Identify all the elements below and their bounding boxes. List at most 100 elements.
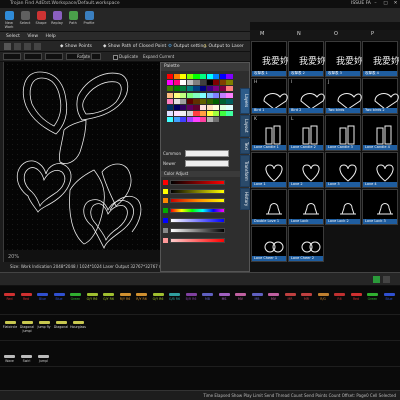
color-swatch[interactable]	[167, 86, 174, 92]
bottom-layer-item[interactable]: Green	[68, 292, 83, 304]
color-swatch[interactable]	[193, 105, 200, 110]
tab-layers[interactable]: Layers	[240, 88, 250, 114]
color-swatch[interactable]	[193, 92, 200, 98]
tab-text[interactable]: Text	[240, 138, 250, 154]
layer-cell[interactable]: Love 2	[288, 152, 324, 188]
layer-cell[interactable]: Love Lock	[288, 189, 324, 225]
add-icon[interactable]	[373, 276, 380, 283]
blue-slider[interactable]	[170, 218, 225, 223]
color-swatch[interactable]	[206, 74, 213, 79]
color-swatch[interactable]	[219, 86, 227, 92]
color-swatch[interactable]	[167, 111, 174, 117]
menu-view[interactable]: View	[27, 34, 38, 39]
color-swatch[interactable]	[193, 111, 200, 117]
color-swatch[interactable]	[180, 117, 187, 123]
menu-icon[interactable]	[383, 276, 390, 283]
rotate-input[interactable]	[91, 53, 101, 60]
bottom-layer-item[interactable]: Diagonal	[53, 320, 69, 332]
duplicate-toggle[interactable]: Duplicate	[113, 52, 138, 62]
output-to-laser-button[interactable]: ⚠ Output to Laser	[203, 41, 244, 52]
color-swatch[interactable]	[167, 105, 174, 110]
layer-cell[interactable]: Love 4	[362, 152, 398, 188]
red-slider[interactable]	[170, 180, 225, 185]
layer-cell[interactable]: H Bird 1	[251, 78, 288, 114]
color-swatch[interactable]	[226, 105, 233, 110]
color-swatch[interactable]	[206, 92, 213, 98]
color-swatch[interactable]	[226, 92, 233, 98]
color-swatch[interactable]	[186, 92, 194, 98]
maximize-icon[interactable]: □	[381, 0, 390, 8]
layer-cell[interactable]: 我愛妳 攻擊表 3	[325, 41, 362, 77]
color-swatch[interactable]	[193, 86, 200, 92]
color-swatch[interactable]	[213, 74, 220, 79]
bottom-layer-item[interactable]: Jumpl	[36, 354, 51, 366]
bottom-layer-item[interactable]: Swirl	[19, 354, 34, 366]
hue-slider[interactable]	[170, 208, 225, 213]
color-swatch[interactable]	[193, 98, 200, 104]
duplicate-checkbox[interactable]	[113, 54, 118, 60]
layer-cell[interactable]: Love Lock 3	[362, 189, 398, 225]
bottom-layer-item[interactable]: MB	[200, 292, 215, 304]
bottom-layer-item[interactable]: R/Y R6	[134, 292, 149, 304]
color-swatch[interactable]	[193, 117, 200, 123]
color-swatch[interactable]	[226, 74, 233, 79]
bottom-layer-item[interactable]: Red	[349, 292, 364, 304]
color-swatch[interactable]	[206, 86, 213, 92]
color-swatch[interactable]	[200, 98, 207, 104]
color-swatch[interactable]	[206, 111, 213, 117]
pen-tool-icon[interactable]	[14, 43, 21, 50]
replay-button[interactable]: Replay	[50, 11, 64, 31]
color-swatch[interactable]	[167, 98, 174, 104]
color-swatch[interactable]	[180, 98, 187, 104]
color-swatch[interactable]	[186, 74, 194, 79]
gray-slider[interactable]	[170, 228, 225, 233]
layer-cell[interactable]: 我愛妳 攻擊表 4	[362, 41, 399, 77]
color-swatch[interactable]	[226, 86, 233, 92]
bottom-layer-item[interactable]: Red	[19, 292, 34, 304]
layer-cell[interactable]: Love 1	[251, 152, 287, 188]
color-swatch[interactable]	[173, 74, 180, 79]
color-swatch[interactable]	[173, 98, 180, 104]
shape-button[interactable]: Shape	[34, 11, 48, 31]
color-swatch[interactable]	[200, 111, 207, 117]
color-swatch[interactable]	[200, 86, 207, 92]
color-swatch[interactable]	[213, 111, 220, 117]
bottom-layer-item[interactable]: G/Y R6	[85, 292, 100, 304]
color-swatch[interactable]	[186, 117, 194, 123]
tab-layout[interactable]: Layout	[240, 115, 250, 137]
color-swatch[interactable]	[200, 92, 207, 98]
bottom-layer-item[interactable]: Wave	[2, 354, 17, 366]
color-swatch[interactable]	[193, 74, 200, 79]
minimize-icon[interactable]: –	[371, 0, 380, 8]
color-swatch[interactable]	[180, 74, 187, 79]
common-color-field[interactable]	[185, 150, 229, 157]
menu-help[interactable]: Help	[45, 34, 55, 39]
bottom-layer-item[interactable]: MR	[299, 292, 314, 304]
layer-cell[interactable]: 我愛妳 攻擊表 2	[288, 41, 325, 77]
layer-cell[interactable]: Love Cheer 2	[288, 226, 324, 262]
color-swatch[interactable]	[200, 105, 207, 110]
tab-history[interactable]: History	[240, 188, 250, 210]
color-swatch[interactable]	[200, 80, 207, 86]
bottom-layer-item[interactable]: R/G	[316, 292, 331, 304]
w-input[interactable]	[45, 53, 63, 60]
layer-cell[interactable]: Love Lock 2	[325, 189, 361, 225]
y-input[interactable]	[24, 53, 42, 60]
layer-cell[interactable]: K Love Candle 1	[251, 115, 287, 151]
color-swatch[interactable]	[167, 74, 174, 79]
color-swatch[interactable]	[213, 117, 220, 123]
color-swatch[interactable]	[186, 98, 194, 104]
color-swatch[interactable]	[186, 105, 194, 110]
color-swatch-grid[interactable]	[167, 74, 233, 148]
color-swatch[interactable]	[213, 92, 220, 98]
path-button[interactable]: Path	[66, 11, 80, 31]
color-swatch[interactable]	[180, 111, 187, 117]
color-swatch[interactable]	[226, 80, 233, 86]
yellow-slider[interactable]	[170, 189, 225, 194]
new-work-button[interactable]: New Work	[2, 11, 16, 31]
layer-cell[interactable]: Two birds 2	[362, 78, 399, 114]
bottom-layer-item[interactable]: MR	[283, 292, 298, 304]
show-path-button[interactable]: ◆ Show Path of Closed Point	[103, 41, 166, 52]
color-swatch[interactable]	[200, 74, 207, 79]
bottom-layer-item[interactable]: Green	[365, 292, 380, 304]
